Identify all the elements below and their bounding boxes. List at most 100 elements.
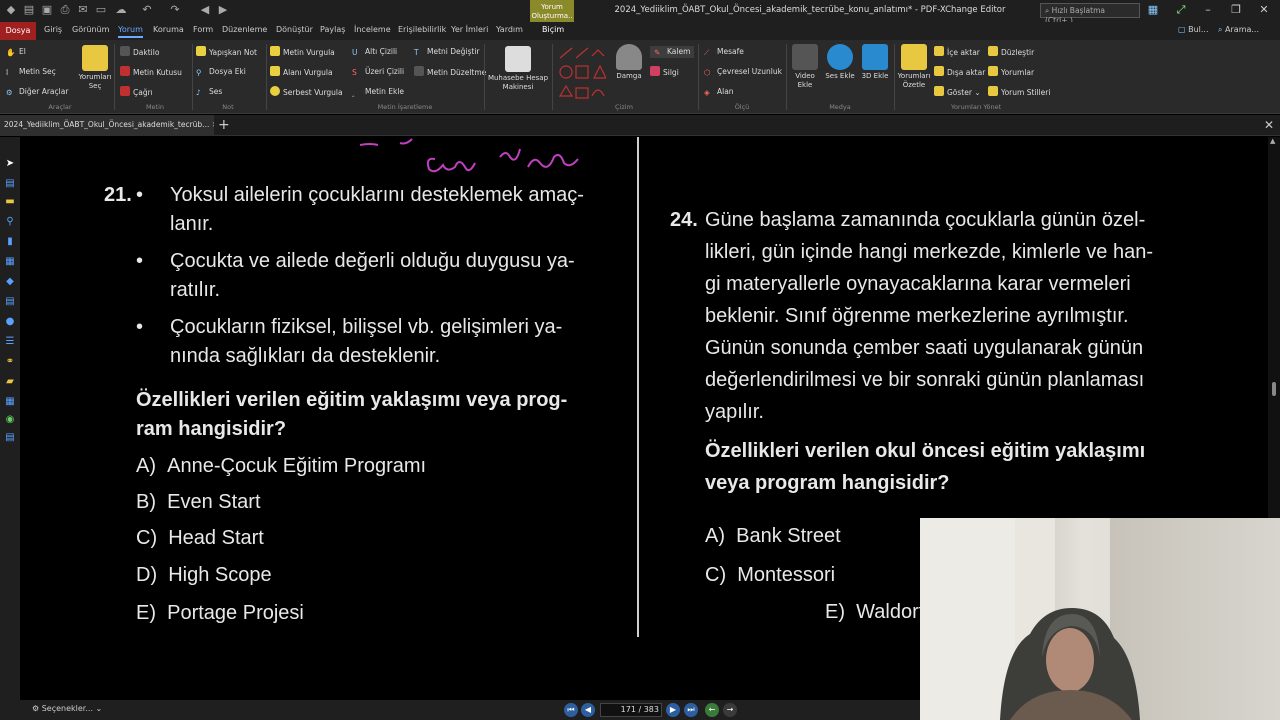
show-button[interactable]: Göster ⌄ xyxy=(934,86,981,98)
destinations-icon[interactable]: ▦ xyxy=(4,255,16,268)
search-button[interactable]: ⌕ Arama... xyxy=(1218,25,1259,35)
stamp-button[interactable]: Damga xyxy=(612,44,646,81)
text-correction-button[interactable]: Metin Düzeltme xyxy=(414,66,486,78)
flatten-button[interactable]: Düzleştir xyxy=(988,46,1034,58)
signatures-icon[interactable]: ● xyxy=(4,315,16,328)
next-view-button[interactable]: → xyxy=(723,703,737,717)
menu-tab-bicim[interactable]: Biçim xyxy=(542,25,564,34)
menu-tab-yer-imleri[interactable]: Yer İmleri xyxy=(451,25,488,34)
menu-tab-yardim[interactable]: Yardım xyxy=(496,25,523,34)
add-sound-button[interactable]: Ses Ekle xyxy=(823,44,857,81)
document-tab[interactable]: 2024_Yediiklim_ÖABT_Okul_Öncesi_akademik… xyxy=(0,115,214,136)
strikeout-button[interactable]: S Üzeri Çizili xyxy=(352,66,404,78)
menu-tab-donustur[interactable]: Dönüştür xyxy=(276,25,313,34)
menu-tab-paylas[interactable]: Paylaş xyxy=(320,25,345,34)
menu-tab-inceleme[interactable]: İnceleme xyxy=(354,25,391,34)
close-tab-icon[interactable]: ✕ xyxy=(212,120,214,129)
hand-tool-button[interactable]: ✋ El xyxy=(6,46,26,58)
next-page-button[interactable]: ▶ xyxy=(666,703,680,717)
import-button[interactable]: İçe aktar xyxy=(934,46,980,58)
replace-text-button[interactable]: T Metni Değiştir xyxy=(414,46,480,58)
export-button[interactable]: Dışa aktar xyxy=(934,66,985,78)
close-document-icon[interactable]: ✕ xyxy=(1264,118,1274,132)
previous-page-button[interactable]: ◀ xyxy=(581,703,595,717)
area-label: Alan xyxy=(717,87,734,96)
sticky-note-button[interactable]: Yapışkan Not xyxy=(196,46,257,58)
insert-text-button[interactable]: ‸ Metin Ekle xyxy=(352,86,404,98)
menu-tab-giris[interactable]: Giriş xyxy=(44,25,62,34)
menu-tab-form[interactable]: Form xyxy=(193,25,213,34)
menu-tab-koruma[interactable]: Koruma xyxy=(153,25,184,34)
pages-icon[interactable]: ▤ xyxy=(4,177,16,190)
quick-launch-input[interactable]: ⌕ Hızlı Başlatma (Ctrl+.) xyxy=(1040,3,1140,25)
search-panel-icon[interactable]: ▤ xyxy=(4,431,16,444)
freehand-highlight-button[interactable]: Serbest Vurgula xyxy=(270,86,343,98)
distance-button[interactable]: ⟋ Mesafe xyxy=(704,46,744,58)
menu-tab-duzenleme[interactable]: Düzenleme xyxy=(222,25,267,34)
text-box-button[interactable]: Metin Kutusu xyxy=(120,66,182,78)
menu-tab-erisilebilirlik[interactable]: Erişilebilirlik xyxy=(398,25,446,34)
minimize-button[interactable]: – xyxy=(1198,3,1218,17)
other-tools-button[interactable]: ⚙ Diğer Araçlar xyxy=(6,86,68,98)
first-page-button[interactable]: ⏮ xyxy=(564,703,578,717)
open-icon[interactable]: ▤ xyxy=(22,3,36,17)
close-window-button[interactable]: ✕ xyxy=(1254,3,1274,17)
back-icon[interactable]: ◀ xyxy=(198,3,212,17)
highlight-text-button[interactable]: Metin Vurgula xyxy=(270,46,335,58)
page-number-input[interactable]: 171 / 383 xyxy=(600,703,662,717)
file-attachment-button[interactable]: ⚲ Dosya Eki xyxy=(196,66,246,78)
fullscreen-icon[interactable]: ⤢ xyxy=(1174,3,1188,17)
find-button[interactable]: ▢ Bul... xyxy=(1178,25,1209,34)
maximize-button[interactable]: ❐ xyxy=(1226,3,1246,17)
menu-tab-yorum[interactable]: Yorum xyxy=(118,25,143,38)
cloud-icon[interactable]: ☁ xyxy=(114,3,128,17)
scroll-up-icon[interactable]: ▲ xyxy=(1270,137,1275,145)
pen-button[interactable]: ✎ Kalem xyxy=(650,46,694,58)
area-button[interactable]: ◈ Alan xyxy=(704,86,734,98)
comments-panel-icon[interactable]: ▬ xyxy=(4,195,16,208)
summarize-comments-button[interactable]: Yorumları Özetle xyxy=(896,44,932,90)
add-3d-button[interactable]: 3D Ekle xyxy=(858,44,892,81)
pointer-icon[interactable]: ➤ xyxy=(4,157,16,170)
sound-button[interactable]: ♪ Ses xyxy=(196,86,222,98)
fields-icon[interactable]: ▦ xyxy=(4,395,16,408)
callout-button[interactable]: Çağrı xyxy=(120,86,153,98)
last-page-button[interactable]: ⏭ xyxy=(684,703,698,717)
print-icon[interactable]: ⎙ xyxy=(58,3,72,17)
highlight-icon xyxy=(270,46,280,56)
comment-styles-button[interactable]: Yorum Stilleri xyxy=(988,86,1050,98)
attachments-icon[interactable]: ⚲ xyxy=(4,215,16,228)
perimeter-button[interactable]: ⬡ Çevresel Uzunluk xyxy=(704,66,782,78)
redo-icon[interactable]: ↷ xyxy=(168,3,182,17)
eraser-button[interactable]: Silgi xyxy=(650,66,679,78)
shape-tools[interactable] xyxy=(556,46,607,102)
menu-tab-dosya[interactable]: Dosya xyxy=(0,22,36,40)
options-menu[interactable]: ⚙ Seçenekler... ⌄ xyxy=(32,704,102,713)
email-icon[interactable]: ✉ xyxy=(76,3,90,17)
scroll-thumb[interactable] xyxy=(1272,382,1276,396)
tags-icon[interactable]: ▰ xyxy=(4,375,16,388)
undo-icon[interactable]: ↶ xyxy=(140,3,154,17)
scan-icon[interactable]: ▭ xyxy=(94,3,108,17)
typewriter-button[interactable]: Daktilo xyxy=(120,46,159,58)
accounting-calculator-button[interactable]: Muhasebe Hesap Makinesi xyxy=(486,46,550,92)
app-logo-icon[interactable]: ◆ xyxy=(4,3,18,17)
forward-icon[interactable]: ▶ xyxy=(216,3,230,17)
links-icon[interactable]: ⚭ xyxy=(4,355,16,368)
new-tab-button[interactable]: + xyxy=(218,117,230,133)
bookmarks-icon[interactable]: ▮ xyxy=(4,235,16,248)
previous-view-button[interactable]: ← xyxy=(705,703,719,717)
save-icon[interactable]: ▣ xyxy=(40,3,54,17)
content-icon[interactable]: ▤ xyxy=(4,295,16,308)
layers-icon[interactable]: ◆ xyxy=(4,275,16,288)
layout-icon[interactable]: ▦ xyxy=(1146,3,1160,17)
menu-tab-gorunum[interactable]: Görünüm xyxy=(72,25,109,34)
comments-button[interactable]: Yorumlar xyxy=(988,66,1034,78)
structure-icon[interactable]: ☰ xyxy=(4,335,16,348)
add-video-button[interactable]: Video Ekle xyxy=(788,44,822,90)
properties-icon[interactable]: ◉ xyxy=(4,413,16,426)
underline-button[interactable]: U Altı Çizili xyxy=(352,46,397,58)
highlight-area-button[interactable]: Alanı Vurgula xyxy=(270,66,333,78)
select-text-button[interactable]: I Metin Seç xyxy=(6,66,56,78)
select-comments-button[interactable]: Yorumları Seç xyxy=(78,45,112,91)
